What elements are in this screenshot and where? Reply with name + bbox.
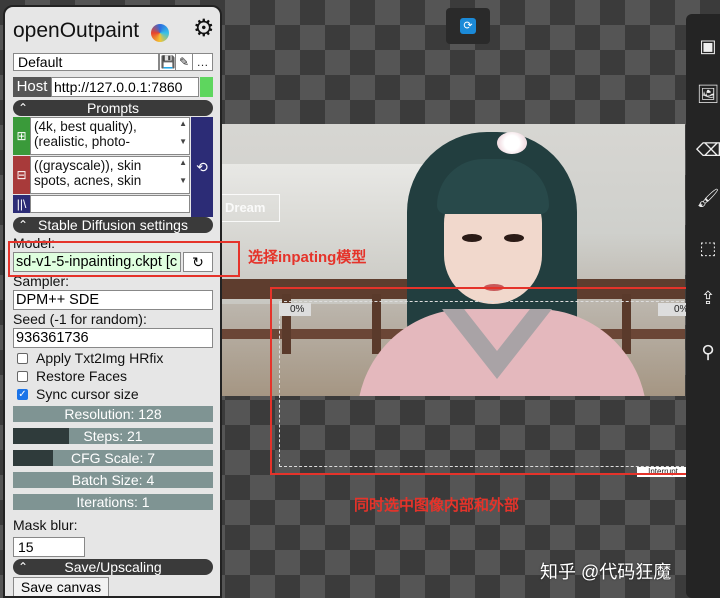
chevron-up-icon: ⌃ — [18, 101, 29, 115]
selection-annotation: 同时选中图像内部和外部 — [354, 497, 520, 514]
history-icon: ⟲ — [196, 158, 208, 175]
chevron-up-icon: ⌃ — [18, 218, 29, 232]
edit-profile-button[interactable]: ✎ — [175, 53, 193, 71]
stamp-icon[interactable]: ⚲ — [696, 340, 720, 364]
library-icon: ||\ — [16, 197, 27, 211]
sampler-select[interactable]: DPM++ SDE — [13, 290, 213, 310]
portrait-eye — [504, 234, 524, 242]
refresh-icon: ⟳ — [460, 18, 476, 34]
mask-blur-label: Mask blur: — [13, 517, 78, 533]
logo-icon — [151, 24, 169, 42]
iterations-slider[interactable]: Iterations: 1 — [13, 494, 213, 510]
save-canvas-button[interactable]: Save canvas — [13, 577, 109, 596]
app-title: openOutpaint — [13, 19, 140, 42]
sd-settings-section-label: Stable Diffusion settings — [38, 217, 188, 233]
negative-prompt-input[interactable]: ((grayscale)), skin spots, acnes, skin ▲… — [30, 156, 190, 194]
mask-blur-input[interactable]: 15 — [13, 537, 85, 557]
resolution-slider-label: Resolution: 128 — [64, 406, 162, 422]
eraser-icon[interactable]: ⌫ — [696, 138, 720, 162]
more-icon: … — [196, 55, 209, 69]
gear-icon[interactable]: ⚙ — [193, 17, 215, 41]
plus-icon: ⊞ — [16, 129, 27, 143]
hrfix-checkbox-row[interactable]: Apply Txt2Img HRfix — [17, 350, 163, 366]
styles-input[interactable] — [30, 195, 190, 213]
batch-size-slider-label: Batch Size: 4 — [71, 472, 155, 488]
pencil-icon: ✎ — [178, 55, 190, 69]
model-annotation: 选择inpating模型 — [248, 249, 367, 266]
restore-faces-checkbox-row[interactable]: Restore Faces — [17, 368, 127, 384]
upload-icon[interactable]: ⇪ — [696, 286, 720, 310]
host-status-indicator — [200, 77, 213, 97]
dream-watermark: Dream — [222, 194, 280, 222]
zhihu-watermark: 知乎 @代码狂魔 — [540, 562, 672, 582]
save-section-label: Save/Upscaling — [64, 559, 162, 575]
steps-slider[interactable]: Steps: 21 — [13, 428, 213, 444]
hrfix-label: Apply Txt2Img HRfix — [36, 350, 164, 366]
add-prompt-button[interactable]: ⊞ — [13, 117, 30, 155]
prompts-section-label: Prompts — [86, 100, 140, 116]
hair-flower — [497, 132, 527, 154]
negative-prompt-scrollbar[interactable]: ▲ ▼ — [179, 158, 187, 185]
sync-cursor-checkbox-row[interactable]: ✓ Sync cursor size — [17, 386, 139, 402]
prompt-history-button[interactable]: ⟲ — [191, 117, 213, 217]
save-icon: 💾 — [160, 55, 176, 69]
save-section-toggle[interactable]: ⌃ Save/Upscaling — [13, 559, 213, 575]
cfg-scale-slider-fill — [13, 450, 53, 466]
prompt-scrollbar[interactable]: ▲ ▼ — [179, 119, 187, 146]
sd-settings-section-toggle[interactable]: ⌃ Stable Diffusion settings — [13, 217, 213, 233]
restore-faces-checkbox[interactable] — [17, 370, 28, 382]
image-icon[interactable]: 🖼 — [696, 82, 720, 106]
minus-icon: ⊟ — [16, 168, 27, 182]
steps-slider-label: Steps: 21 — [83, 428, 143, 444]
settings-panel: openOutpaint ⚙ Default 💾 ✎ … Host http:/… — [3, 5, 222, 598]
canvas-top-button[interactable]: ⟳ — [446, 8, 490, 44]
host-input[interactable]: http://127.0.0.1:7860 — [51, 77, 199, 97]
styles-button[interactable]: ||\ — [13, 195, 30, 213]
sync-cursor-checkbox[interactable]: ✓ — [17, 388, 28, 400]
brush-icon[interactable]: 🖌 — [696, 186, 720, 210]
restore-faces-label: Restore Faces — [36, 368, 128, 384]
hrfix-checkbox[interactable] — [17, 352, 28, 364]
steps-slider-fill — [13, 428, 69, 444]
prompt-input[interactable]: (4k, best quality), (realistic, photo- ▲… — [30, 117, 190, 155]
sync-cursor-label: Sync cursor size — [36, 386, 139, 402]
chevron-up-icon: ⌃ — [18, 560, 29, 574]
model-highlight-box — [8, 241, 240, 277]
cfg-scale-slider-label: CFG Scale: 7 — [70, 450, 156, 466]
profile-select[interactable]: Default — [13, 53, 159, 71]
remove-prompt-button[interactable]: ⊟ — [13, 156, 30, 194]
add-image-icon[interactable]: ▣ — [696, 34, 720, 58]
resolution-slider[interactable]: Resolution: 128 — [13, 406, 213, 422]
more-profile-button[interactable]: … — [192, 53, 213, 71]
seed-label: Seed (-1 for random): — [13, 311, 147, 327]
negative-prompt-text: ((grayscale)), skin spots, acnes, skin — [34, 158, 142, 188]
iterations-slider-label: Iterations: 1 — [76, 494, 150, 510]
selection-highlight-box — [270, 287, 706, 475]
prompt-text: (4k, best quality), (realistic, photo- — [34, 119, 137, 149]
seed-input[interactable]: 936361736 — [13, 328, 213, 348]
tool-sidebar: ▣ 🖼 ⌫ 🖌 ⬚ ⇪ ⚲ — [686, 14, 720, 598]
host-label: Host — [13, 77, 51, 97]
portrait-eye — [462, 234, 482, 242]
prompts-section-toggle[interactable]: ⌃ Prompts — [13, 100, 213, 116]
select-icon[interactable]: ⬚ — [696, 236, 720, 260]
cfg-scale-slider[interactable]: CFG Scale: 7 — [13, 450, 213, 466]
batch-size-slider[interactable]: Batch Size: 4 — [13, 472, 213, 488]
